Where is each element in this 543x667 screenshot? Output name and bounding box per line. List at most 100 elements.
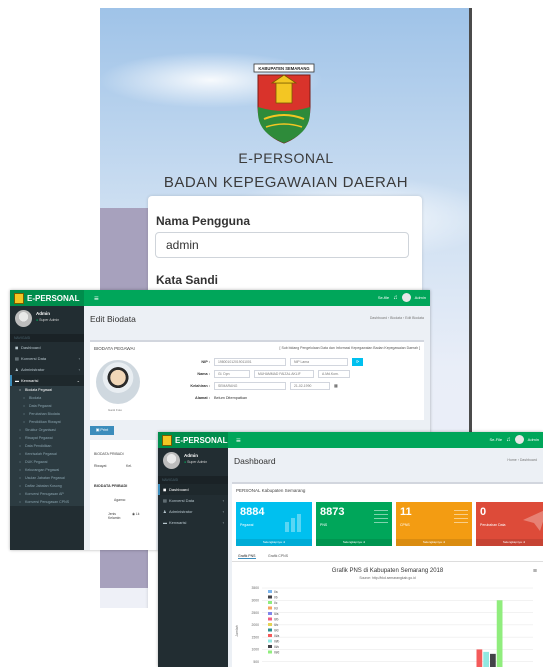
sidebar-item-kenwarisi[interactable]: ▬ Kenwarisi ‹ xyxy=(158,517,228,528)
alamat-label: Alamat : xyxy=(195,396,210,400)
subnav-usulan-jabatan[interactable]: ○ Usulan Jabatan Pegawai xyxy=(10,474,84,482)
subnav-riwayat-pegawai[interactable]: ○ Riwayat Pegawai xyxy=(10,434,84,442)
hamburger-menu-icon[interactable]: ≡ xyxy=(236,436,241,445)
box-title: PERSONAL Kabupaten Semarang xyxy=(236,488,306,493)
subnav-data-pendidikan[interactable]: ○ Data Pendidikan xyxy=(10,442,84,450)
subnav-label: Struktur Organisasi xyxy=(25,428,56,432)
sidebar-item-kenwarisi[interactable]: ▬ Kenwarisi ⌄ xyxy=(10,375,84,386)
chevron-left-icon: ‹ xyxy=(78,356,80,361)
gelar-depan-input[interactable]: Gl. Dpn xyxy=(214,370,250,378)
subnav-kenrisalah-pegawai[interactable]: ○ Kenrisalah Pegawai xyxy=(10,450,84,458)
subnav-label: Biodata xyxy=(29,396,42,400)
sidebar-item-konversi-data[interactable]: ▤ Konversi Data ‹ xyxy=(158,495,228,506)
refresh-button[interactable]: ⟳ xyxy=(352,358,363,366)
subnav-struktur-organisasi[interactable]: ○ Struktur Organisasi xyxy=(10,426,84,434)
user-avatar[interactable] xyxy=(514,435,524,444)
sidebar-item-label: Dashboard xyxy=(169,487,189,492)
subnav-biodata-pegawai[interactable]: ○ Biodata Pegawai xyxy=(10,386,84,394)
stat-more-link[interactable]: Selengkapnya ➜ xyxy=(236,539,312,546)
subnav-duk-pegawai[interactable]: ○ DUK Pegawai xyxy=(10,458,84,466)
print-button[interactable]: ▣ Print xyxy=(90,426,114,435)
calendar-icon[interactable]: ▦ xyxy=(334,383,338,388)
user-menu-name[interactable]: Admin xyxy=(528,437,539,442)
brand-crest-icon xyxy=(14,292,24,304)
stat-card-perubahan: 0 Perubahan Data Selengkapnya ➜ xyxy=(476,502,543,546)
notif-label[interactable]: Se-File xyxy=(489,437,502,442)
subnav-label: Riwayat Pegawai xyxy=(25,436,53,440)
sidebar-item-administrator[interactable]: ♟ Administrator ‹ xyxy=(10,364,84,375)
app-subtitle: BADAN KEPEGAWAIAN DAERAH xyxy=(163,174,409,191)
sidebar-item-dashboard[interactable]: ◼ Dashboard xyxy=(158,484,228,495)
chart-menu-icon[interactable]: ≡ xyxy=(533,568,537,575)
avatar xyxy=(163,452,180,469)
stat-more-link[interactable]: Selengkapnya ➜ xyxy=(396,539,472,546)
sidebar-item-label: Konversi Data xyxy=(21,356,47,361)
legend-label: II/b xyxy=(274,617,279,621)
user-menu-name[interactable]: Admin xyxy=(415,295,426,300)
subnav-perubahan-biodata[interactable]: ○ Perubahan Biodata xyxy=(10,410,84,418)
stat-more-link[interactable]: Selengkapnya ➜ xyxy=(476,539,543,546)
legend-swatch xyxy=(268,628,272,632)
subnav-konversi-ap[interactable]: ○ Konversi Penugasan AP xyxy=(10,490,84,498)
print-label: Print xyxy=(100,428,109,432)
tab-grafik-pns[interactable]: Grafik PNS xyxy=(238,554,256,559)
tab-grafik-cpns[interactable]: Grafik CPNS xyxy=(268,554,288,558)
subnav-label: Pendidikan Riwayat xyxy=(29,420,61,424)
chart-subtitle: Source: http://bkd.semarangkab.go.id xyxy=(359,576,416,580)
subnav-biodata[interactable]: ○ Biodata xyxy=(10,394,84,402)
y-tick-label: 1500 xyxy=(251,635,259,639)
breadcrumb[interactable]: Home › Dashboard xyxy=(507,458,537,462)
nip-lama-input[interactable]: NIP Lama xyxy=(290,358,348,366)
tab-riwayat[interactable]: Riwayat xyxy=(94,464,106,468)
legend-swatch xyxy=(268,595,272,599)
legend-swatch xyxy=(268,650,272,654)
stat-card-pegawai: 8884 Pegawai Selengkapnya ➜ xyxy=(236,502,312,546)
bell-icon[interactable]: ♫ xyxy=(393,295,398,301)
user-panel: Admin ● Super Admin xyxy=(10,306,84,334)
bell-icon[interactable]: ♫ xyxy=(506,437,511,443)
subnav-data-pegawai[interactable]: ○ Data Pegawai xyxy=(10,402,84,410)
notif-label[interactable]: Se-file xyxy=(378,295,389,300)
sidebar-item-dashboard[interactable]: ◼ Dashboard xyxy=(10,342,84,353)
nip-select[interactable]: 198001012019011001 xyxy=(214,358,286,366)
bar-iii-a xyxy=(476,649,483,667)
online-dot-icon: ● xyxy=(36,318,39,322)
brand-crest-icon xyxy=(162,434,172,446)
legend-swatch xyxy=(268,601,272,604)
chevron-down-icon: ⌄ xyxy=(76,378,80,383)
tab-keluarga[interactable]: Kel. xyxy=(126,464,132,468)
hamburger-menu-icon[interactable]: ≡ xyxy=(94,294,99,303)
page-title: Dashboard xyxy=(234,456,276,466)
subnav-pendidikan-riwayat[interactable]: ○ Pendidikan Riwayat xyxy=(10,418,84,426)
sidebar-item-konversi-data[interactable]: ▤ Konversi Data ‹ xyxy=(10,353,84,364)
subnav-kekurangan-pegawai[interactable]: ○ Kekurangan Pegawai xyxy=(10,466,84,474)
subnav-label: Kekurangan Pegawai xyxy=(25,468,60,472)
subnav-label: Kenrisalah Pegawai xyxy=(25,452,57,456)
sidebar-item-administrator[interactable]: ♟ Administrator ‹ xyxy=(158,506,228,517)
brand-logo[interactable]: E-PERSONAL xyxy=(10,290,84,306)
legend-label: II/a xyxy=(274,612,279,616)
username-input[interactable]: admin xyxy=(155,232,409,258)
tempat-lahir-select[interactable]: SEMARANG xyxy=(214,382,286,390)
user-status: ● Super Admin xyxy=(184,460,207,464)
brand-name: E-PERSONAL xyxy=(175,435,228,445)
sidebar-item-label: Kenwarisi xyxy=(21,378,39,383)
main-content: Dashboard Home › Dashboard PERSONAL Kabu… xyxy=(228,448,543,667)
alamat-value: Belum Ditempatkan xyxy=(214,396,248,400)
nama-input[interactable]: MUHAMMAD FAIZAL AKLIF xyxy=(254,370,314,378)
tab-biodata-pribadi[interactable]: BIODATA PRIBADI xyxy=(94,452,124,456)
stat-more-link[interactable]: Selengkapnya ➜ xyxy=(316,539,392,546)
content-header: Edit Biodata Dashboard › Biodata › Edit … xyxy=(84,306,430,332)
gelar-belakang-input[interactable]: A.Md.Kom. xyxy=(318,370,350,378)
breadcrumb[interactable]: Dashboard › Biodata › Edit Biodata xyxy=(370,316,424,320)
tanggal-lahir-input[interactable]: 21-02-1990 xyxy=(290,382,330,390)
brand-name: E-PERSONAL xyxy=(27,293,80,303)
change-photo-link[interactable]: Ganti Foto xyxy=(108,408,122,412)
jenis-kelamin-radio[interactable]: ◉ Lk xyxy=(132,512,140,516)
legend-label: III/b xyxy=(274,639,280,643)
subnav-konversi-cpns[interactable]: ○ Konversi Penugasan CPNS xyxy=(10,498,84,506)
subnav-daftar-jabatan-kosong[interactable]: ○ Daftar Jabatan Kosong xyxy=(10,482,84,490)
legend-label: I/b xyxy=(274,595,278,599)
user-avatar[interactable] xyxy=(401,293,411,302)
brand-logo[interactable]: E-PERSONAL xyxy=(158,432,228,448)
